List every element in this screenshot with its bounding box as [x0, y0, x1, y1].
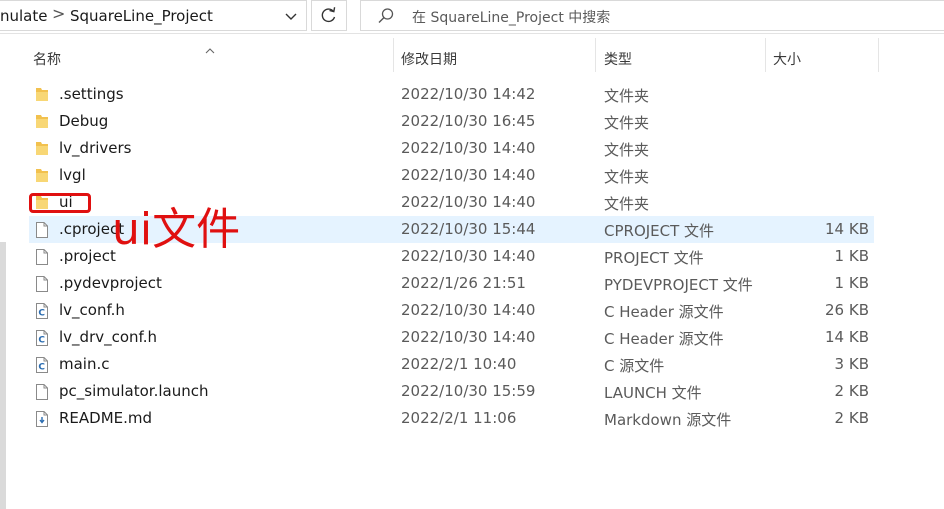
file-date-modified: 2022/2/1 11:06 [401, 409, 517, 427]
file-icon [34, 383, 50, 401]
address-bar[interactable]: nulate > SquareLine_Project [0, 0, 307, 31]
svg-text:C: C [38, 309, 45, 319]
file-type: C Header 源文件 [604, 303, 724, 321]
breadcrumb-separator-icon[interactable]: > [52, 4, 65, 23]
file-name: README.md [59, 409, 153, 427]
file-row[interactable]: Clv_conf.h 2022/10/30 14:40 C Header 源文件 26… [29, 297, 874, 324]
annotation-label: ui文件 [112, 204, 241, 255]
file-size: 26 KB [825, 301, 869, 319]
file-date-modified: 2022/10/30 14:40 [401, 193, 536, 211]
column-divider[interactable] [393, 38, 394, 72]
file-date-modified: 2022/10/30 16:45 [401, 112, 536, 130]
file-type: 文件夹 [604, 168, 650, 186]
file-size: 2 KB [834, 382, 869, 400]
file-type: C Header 源文件 [604, 330, 724, 348]
svg-text:C: C [38, 363, 45, 373]
file-icon [34, 248, 50, 266]
file-icon [34, 221, 50, 239]
file-type: 文件夹 [604, 114, 650, 132]
file-type: LAUNCH 文件 [604, 384, 702, 402]
file-date-modified: 2022/10/30 14:40 [401, 301, 536, 319]
column-header: 名称 修改日期 类型 大小 [0, 34, 944, 72]
refresh-button[interactable] [311, 0, 347, 31]
file-name: lvgl [59, 166, 86, 184]
column-divider[interactable] [765, 38, 766, 72]
c-file-icon: C [34, 329, 50, 347]
c-file-icon: C [34, 356, 50, 374]
file-date-modified: 2022/1/26 21:51 [401, 274, 526, 292]
file-name: Debug [59, 112, 109, 130]
file-row[interactable]: .pydevproject 2022/1/26 21:51 PYDEVPROJECT… [29, 270, 874, 297]
file-name: .settings [59, 85, 124, 103]
file-date-modified: 2022/10/30 14:40 [401, 139, 536, 157]
refresh-icon [321, 7, 336, 23]
column-header-date[interactable]: 修改日期 [401, 49, 457, 69]
file-icon [34, 275, 50, 293]
file-type: 文件夹 [604, 141, 650, 159]
file-size: 1 KB [834, 274, 869, 292]
file-name: main.c [59, 355, 110, 373]
search-placeholder: 在 SquareLine_Project 中搜索 [412, 10, 611, 26]
svg-text:C: C [38, 336, 45, 346]
file-type: Markdown 源文件 [604, 411, 732, 429]
file-row[interactable]: Clv_drv_conf.h 2022/10/30 14:40 C Header 源… [29, 324, 874, 351]
file-row[interactable]: Debug 2022/10/30 16:45 文件夹 [29, 108, 874, 135]
file-date-modified: 2022/2/1 10:40 [401, 355, 517, 373]
column-header-name[interactable]: 名称 [33, 49, 61, 69]
file-name: .project [59, 247, 116, 265]
file-name: .pydevproject [59, 274, 162, 292]
file-row[interactable]: .settings 2022/10/30 14:42 文件夹 [29, 81, 874, 108]
file-row[interactable]: pc_simulator.launch 2022/10/30 15:59 LAUNC… [29, 378, 874, 405]
c-file-icon: C [34, 302, 50, 320]
navigation-pane-scrollbar[interactable] [0, 242, 6, 509]
search-icon [377, 7, 395, 25]
sort-ascending-icon [205, 40, 215, 54]
file-date-modified: 2022/10/30 15:44 [401, 220, 536, 238]
breadcrumb-parent[interactable]: nulate [0, 7, 47, 25]
file-type: PROJECT 文件 [604, 249, 704, 267]
column-header-type[interactable]: 类型 [604, 49, 632, 69]
file-size: 14 KB [825, 220, 869, 238]
file-type: PYDEVPROJECT 文件 [604, 276, 753, 294]
file-row[interactable]: Cmain.c 2022/2/1 10:40 C 源文件 3 KB [29, 351, 874, 378]
folder-icon [34, 113, 50, 131]
file-date-modified: 2022/10/30 14:42 [401, 85, 536, 103]
folder-icon [34, 140, 50, 158]
file-name: lv_conf.h [59, 301, 125, 319]
file-name: lv_drv_conf.h [59, 328, 158, 346]
file-type: CPROJECT 文件 [604, 222, 715, 240]
file-name: pc_simulator.launch [59, 382, 209, 400]
highlight-box [29, 193, 91, 213]
folder-icon [34, 86, 50, 104]
column-divider[interactable] [595, 38, 596, 72]
file-type: C 源文件 [604, 357, 665, 375]
file-size: 14 KB [825, 328, 869, 346]
file-size: 3 KB [834, 355, 869, 373]
file-date-modified: 2022/10/30 14:40 [401, 247, 536, 265]
file-date-modified: 2022/10/30 14:40 [401, 328, 536, 346]
search-box[interactable]: 在 SquareLine_Project 中搜索 [360, 0, 944, 31]
file-type: 文件夹 [604, 195, 650, 213]
file-row[interactable]: README.md 2022/2/1 11:06 Markdown 源文件 2 KB [29, 405, 874, 432]
toolbar: nulate > SquareLine_Project 在 SquareLine… [0, 0, 944, 34]
breadcrumb-current[interactable]: SquareLine_Project [70, 7, 213, 25]
chevron-down-icon[interactable] [281, 5, 301, 27]
file-size: 2 KB [834, 409, 869, 427]
markdown-file-icon [34, 410, 50, 428]
column-divider[interactable] [878, 38, 879, 72]
file-type: 文件夹 [604, 87, 650, 105]
file-name: lv_drivers [59, 139, 132, 157]
file-row[interactable]: lvgl 2022/10/30 14:40 文件夹 [29, 162, 874, 189]
file-date-modified: 2022/10/30 15:59 [401, 382, 536, 400]
file-row[interactable]: lv_drivers 2022/10/30 14:40 文件夹 [29, 135, 874, 162]
column-header-size[interactable]: 大小 [773, 49, 801, 69]
file-size: 1 KB [834, 247, 869, 265]
folder-icon [34, 167, 50, 185]
file-date-modified: 2022/10/30 14:40 [401, 166, 536, 184]
